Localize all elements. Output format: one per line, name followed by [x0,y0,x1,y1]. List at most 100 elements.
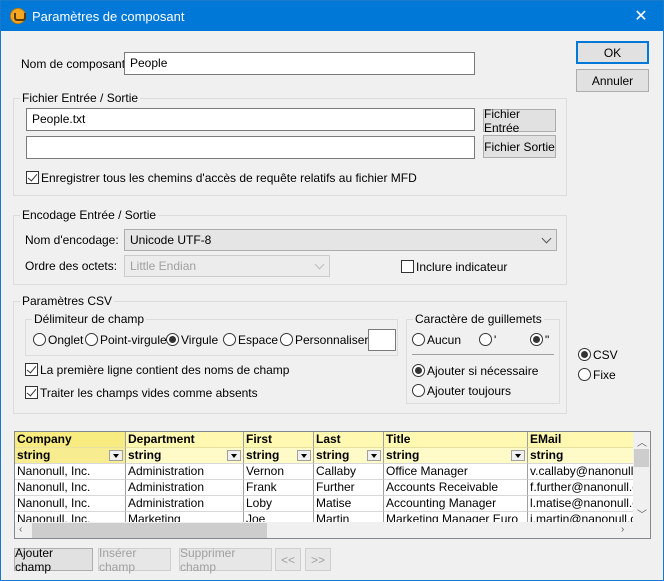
quote-always-label: Ajouter toujours [427,384,512,398]
grid-cell[interactable]: Loby [244,496,314,512]
column-type-cell[interactable]: string [15,448,126,464]
input-file-button[interactable]: Fichier Entrée [483,107,556,135]
delimiter-tab-radio[interactable] [33,333,46,346]
column-header[interactable]: Department [126,432,244,448]
type-dropdown-icon[interactable] [511,450,525,461]
cell-text: Loby [246,496,273,510]
cell-text: Martin [316,512,350,522]
cell-text: Nanonull, Inc. [17,464,91,478]
scroll-down-icon[interactable]: ﹀ [637,506,647,521]
grid-content: Company Department First Last Title EMail stri… [15,432,633,522]
close-icon[interactable]: ✕ [619,1,663,31]
vertical-scrollbar[interactable]: ︿ ﹀ [633,432,650,522]
grid-cell[interactable]: Vernon [244,464,314,480]
cell-text: Company [17,432,72,446]
column-header[interactable]: EMail [528,432,633,448]
grid-cell[interactable]: Further [314,480,384,496]
grid-cell[interactable]: Administration [126,496,244,512]
cancel-button[interactable]: Annuler [576,69,649,92]
quote-double-label: " [545,333,550,347]
delimiter-custom-radio[interactable] [280,333,293,346]
vertical-scroll-thumb[interactable] [634,449,649,467]
cell-text: string [246,448,280,462]
input-file-field[interactable]: People.txt [26,108,475,131]
quote-group-title: Caractère de guillemets [413,312,544,326]
grid-cell[interactable]: Marketing [126,512,244,522]
column-type-cell[interactable]: string [314,448,384,464]
horizontal-scroll-thumb[interactable] [32,523,267,538]
first-row-names-checkbox[interactable] [25,363,38,376]
grid-cell[interactable]: Nanonull, Inc. [15,480,126,496]
quote-always-radio[interactable] [412,384,425,397]
grid-cell[interactable]: f.further@nanonull.com [528,480,633,496]
cell-text: Department [128,432,195,446]
cell-text: string [17,448,51,462]
column-header[interactable]: Company [15,432,126,448]
cell-text: string [530,448,564,462]
quote-single-radio[interactable] [479,333,492,346]
grid-cell[interactable]: Frank [244,480,314,496]
scroll-right-icon[interactable]: › [621,524,624,535]
cell-text: Administration [128,496,205,510]
output-file-button[interactable]: Fichier Sortie [483,135,556,158]
grid-cell[interactable]: Marketing Manager Euro [384,512,528,522]
include-bom-checkbox[interactable] [401,260,414,273]
grid-cell[interactable]: l.matise@nanonull.com [528,496,633,512]
column-type-cell[interactable]: string [126,448,244,464]
output-file-field[interactable] [26,136,475,159]
column-type-cell[interactable]: string [384,448,528,464]
cell-text: Last [316,432,341,446]
horizontal-scrollbar[interactable]: ‹ › [15,522,633,538]
grid-cell[interactable]: Martin [314,512,384,522]
format-fixed-radio[interactable] [578,368,591,381]
grid-cell[interactable]: Callaby [314,464,384,480]
grid-cell[interactable]: Office Manager [384,464,528,480]
add-field-button[interactable]: Ajouter champ [14,546,93,574]
cell-text: Accounting Manager [386,496,497,510]
grid-cell[interactable]: Matise [314,496,384,512]
component-name-input[interactable]: People [124,52,475,75]
grid-cell[interactable]: Administration [126,480,244,496]
delimiter-space-radio[interactable] [223,333,236,346]
scroll-left-icon[interactable]: ‹ [19,524,22,535]
column-header[interactable]: Last [314,432,384,448]
scroll-up-icon[interactable]: ︿ [637,434,647,449]
grid-cell[interactable]: Nanonull, Inc. [15,464,126,480]
custom-delimiter-input[interactable] [368,329,396,351]
field-grid[interactable]: Company Department First Last Title EMail stri… [14,431,651,539]
grid-cell[interactable]: Nanonull, Inc. [15,496,126,512]
cell-text: Marketing Manager Euro [386,512,519,522]
type-dropdown-icon[interactable] [297,450,311,461]
delimiter-semicolon-radio[interactable] [85,333,98,346]
column-type-cell[interactable]: string [244,448,314,464]
table-row: Nanonull, Inc. Administration Vernon Callab… [15,464,633,480]
grid-cell[interactable]: j.martin@nanonull.com [528,512,633,522]
first-row-names-label: La première ligne contient des noms de c… [40,363,290,377]
grid-cell[interactable]: Accounts Receivable [384,480,528,496]
encoding-value: Unicode UTF-8 [130,233,212,247]
column-header[interactable]: First [244,432,314,448]
empty-as-absent-checkbox[interactable] [25,386,38,399]
encoding-select[interactable]: Unicode UTF-8 [124,229,557,251]
type-dropdown-icon[interactable] [367,450,381,461]
format-csv-radio[interactable] [578,348,591,361]
type-dropdown-icon[interactable] [109,450,123,461]
column-header[interactable]: Title [384,432,528,448]
quote-double-radio[interactable] [530,333,543,346]
grid-cell[interactable]: Accounting Manager [384,496,528,512]
type-dropdown-icon[interactable] [227,450,241,461]
column-type-cell[interactable]: string [528,448,633,464]
grid-cell[interactable]: Joe [244,512,314,522]
insert-field-button: Insérer champ [98,546,171,574]
grid-cell[interactable]: Administration [126,464,244,480]
ok-button[interactable]: OK [576,41,649,64]
quote-none-label: Aucun [427,333,462,347]
quote-none-radio[interactable] [412,333,425,346]
quote-if-needed-radio[interactable] [412,364,425,377]
grid-cell[interactable]: Nanonull, Inc. [15,512,126,522]
grid-cell[interactable]: v.callaby@nanonull.com [528,464,633,480]
delimiter-comma-radio[interactable] [166,333,179,346]
cell-text: First [246,432,273,446]
save-relative-paths-checkbox[interactable] [26,171,39,184]
delete-field-button: Supprimer champ [179,546,272,574]
